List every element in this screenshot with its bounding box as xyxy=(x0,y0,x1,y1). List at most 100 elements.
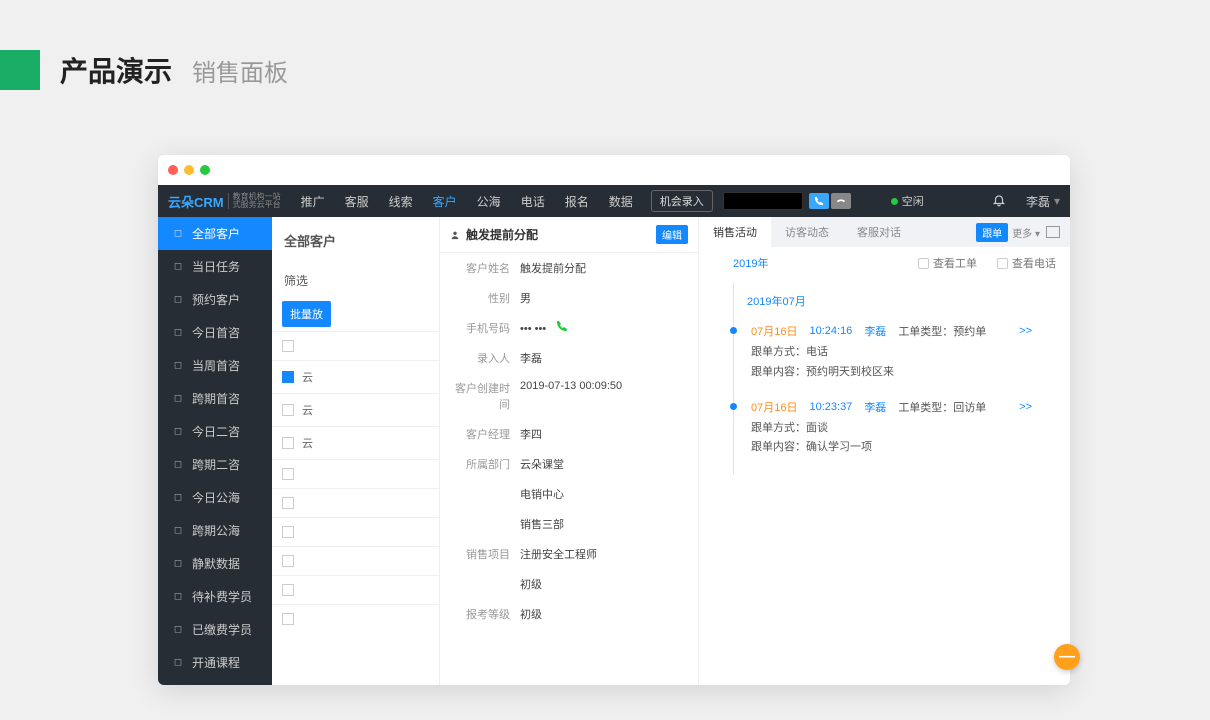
chevron-down-icon[interactable]: ▾ xyxy=(1054,194,1060,208)
timeline-dot-icon xyxy=(730,403,737,410)
entry-date: 07月16日 xyxy=(751,399,797,415)
batch-button[interactable]: 批量放 xyxy=(282,301,331,327)
sidebar-item-12[interactable]: ◻已缴费学员 xyxy=(158,613,272,646)
tab-service-chat[interactable]: 客服对话 xyxy=(843,217,915,247)
phone-icon[interactable] xyxy=(556,323,568,335)
checkbox[interactable] xyxy=(282,526,294,538)
page-title: 产品演示 xyxy=(60,50,172,90)
nav-item-1[interactable]: 客服 xyxy=(335,185,379,218)
nav-item-2[interactable]: 线索 xyxy=(379,185,423,218)
nav-item-5[interactable]: 电话 xyxy=(511,185,555,218)
entry-body: 跟单方式：电话跟单内容：预约明天到校区来 xyxy=(751,339,1042,383)
entry-body: 跟单方式：面谈跟单内容：确认学习一项 xyxy=(751,415,1042,459)
sidebar-item-13[interactable]: ◻ 开通课程 xyxy=(158,646,272,679)
detail-value: 李磊 xyxy=(510,350,688,366)
sidebar-item-label: 待补费学员 xyxy=(192,588,252,605)
checkbox[interactable] xyxy=(282,340,294,352)
nav-item-4[interactable]: 公海 xyxy=(467,185,511,218)
year-link[interactable]: 2019年 xyxy=(733,255,768,271)
nav-item-0[interactable]: 推广 xyxy=(291,185,335,218)
more-button[interactable]: 更多 ▾ xyxy=(1012,225,1040,240)
sidebar-item-6[interactable]: ◻今日二咨 xyxy=(158,415,272,448)
detail-value: 初级 xyxy=(510,576,688,592)
sidebar-item-0[interactable]: ◻全部客户 xyxy=(158,217,272,250)
entry-date: 07月16日 xyxy=(751,323,797,339)
nav-item-6[interactable]: 报名 xyxy=(555,185,599,218)
timeline-month: 2019年07月 xyxy=(727,287,1042,315)
nav-items: 推广客服线索客户公海电话报名数据 xyxy=(291,185,643,218)
detail-value: ••• ••• xyxy=(510,320,688,336)
sidebar-item-label: 开通课程 xyxy=(192,654,240,671)
logo-text: 云朵CRM xyxy=(168,192,224,211)
search-input[interactable] xyxy=(723,192,803,210)
sidebar-item-1[interactable]: ◻当日任务 xyxy=(158,250,272,283)
call-icon[interactable] xyxy=(809,193,829,209)
tab-sales-activity[interactable]: 销售活动 xyxy=(699,217,771,247)
checkbox[interactable] xyxy=(282,584,294,596)
checkbox[interactable] xyxy=(282,497,294,509)
checkbox[interactable] xyxy=(282,613,294,625)
sidebar-item-label: 跨期公海 xyxy=(192,522,240,539)
close-icon[interactable] xyxy=(168,165,178,175)
timeline-entry: 07月16日10:23:37李磊工单类型：回访单>>跟单方式：面谈跟单内容：确认… xyxy=(727,391,1042,467)
cal-icon: ◻ xyxy=(172,294,184,306)
sidebar-item-5[interactable]: ◻跨期首咨 xyxy=(158,382,272,415)
timeline: 2019年07月 07月16日10:24:16李磊工单类型：预约单>>跟单方式：… xyxy=(699,279,1070,474)
detail-value: 触发提前分配 xyxy=(510,260,688,276)
sidebar-item-8[interactable]: ◻今日公海 xyxy=(158,481,272,514)
nav-item-3[interactable]: 客户 xyxy=(423,185,467,218)
checkbox[interactable] xyxy=(282,468,294,480)
sidebar-item-label: 跨期首咨 xyxy=(192,390,240,407)
fab-button[interactable]: — xyxy=(1054,644,1080,670)
checkbox[interactable] xyxy=(282,555,294,567)
checkbox[interactable] xyxy=(282,437,294,449)
tab-visitor[interactable]: 访客动态 xyxy=(771,217,843,247)
expand-button[interactable]: >> xyxy=(1019,325,1032,337)
detail-label: 客户经理 xyxy=(450,426,510,442)
view-calls-checkbox[interactable]: 查看电话 xyxy=(997,255,1056,271)
accent-block xyxy=(0,50,40,90)
nav-item-7[interactable]: 数据 xyxy=(599,185,643,218)
expand-button[interactable]: >> xyxy=(1019,401,1032,413)
detail-value: 销售三部 xyxy=(510,516,688,532)
sidebar-item-7[interactable]: ◻跨期二咨 xyxy=(158,448,272,481)
sidebar-item-14[interactable]: ◻我的订单 xyxy=(158,679,272,685)
page-header: 产品演示 销售面板 xyxy=(0,0,1210,120)
checkbox[interactable] xyxy=(282,404,294,416)
detail-label: 报考等级 xyxy=(450,606,510,622)
follow-button[interactable]: 跟单 xyxy=(976,223,1008,242)
detail-value: 电销中心 xyxy=(510,486,688,502)
maximize-icon[interactable] xyxy=(200,165,210,175)
sea-icon: ◻ xyxy=(172,492,184,504)
checkbox[interactable] xyxy=(282,371,294,383)
sidebar-item-2[interactable]: ◻预约客户 xyxy=(158,283,272,316)
sidebar-item-3[interactable]: ◻今日首咨 xyxy=(158,316,272,349)
detail-value: 初级 xyxy=(510,606,688,622)
detail-label xyxy=(450,576,510,592)
course-icon: ◻ xyxy=(172,657,184,669)
bell-icon[interactable] xyxy=(992,193,1006,210)
sidebar-item-11[interactable]: ◻待补费学员 xyxy=(158,580,272,613)
window-controls xyxy=(158,155,1070,185)
sidebar-item-4[interactable]: ◻当周首咨 xyxy=(158,349,272,382)
edit-button[interactable]: 编辑 xyxy=(656,225,688,244)
layout-icon[interactable] xyxy=(1046,226,1060,238)
app-window: 云朵CRM 教育机构一站 式服务云平台 推广客服线索客户公海电话报名数据 机会录… xyxy=(158,155,1070,685)
detail-row: 录入人李磊 xyxy=(440,343,698,373)
logo[interactable]: 云朵CRM 教育机构一站 式服务云平台 xyxy=(168,192,281,211)
timeline-entry: 07月16日10:24:16李磊工单类型：预约单>>跟单方式：电话跟单内容：预约… xyxy=(727,315,1042,391)
sidebar-item-10[interactable]: ◻静默数据 xyxy=(158,547,272,580)
opportunity-button[interactable]: 机会录入 xyxy=(651,190,713,212)
sidebar-item-9[interactable]: ◻跨期公海 xyxy=(158,514,272,547)
minimize-icon[interactable] xyxy=(184,165,194,175)
status-text: 空闲 xyxy=(902,193,924,209)
hangup-icon[interactable] xyxy=(831,193,851,209)
chat-icon: ◻ xyxy=(172,327,184,339)
main-area: 全部客户 筛选 批量放 云 云 云 触发提前分配 xyxy=(272,217,1070,685)
view-tickets-checkbox[interactable]: 查看工单 xyxy=(918,255,977,271)
checkbox-icon xyxy=(918,258,929,269)
user-name[interactable]: 李磊 xyxy=(1026,193,1050,210)
detail-label xyxy=(450,516,510,532)
detail-label: 录入人 xyxy=(450,350,510,366)
detail-value: 注册安全工程师 xyxy=(510,546,688,562)
